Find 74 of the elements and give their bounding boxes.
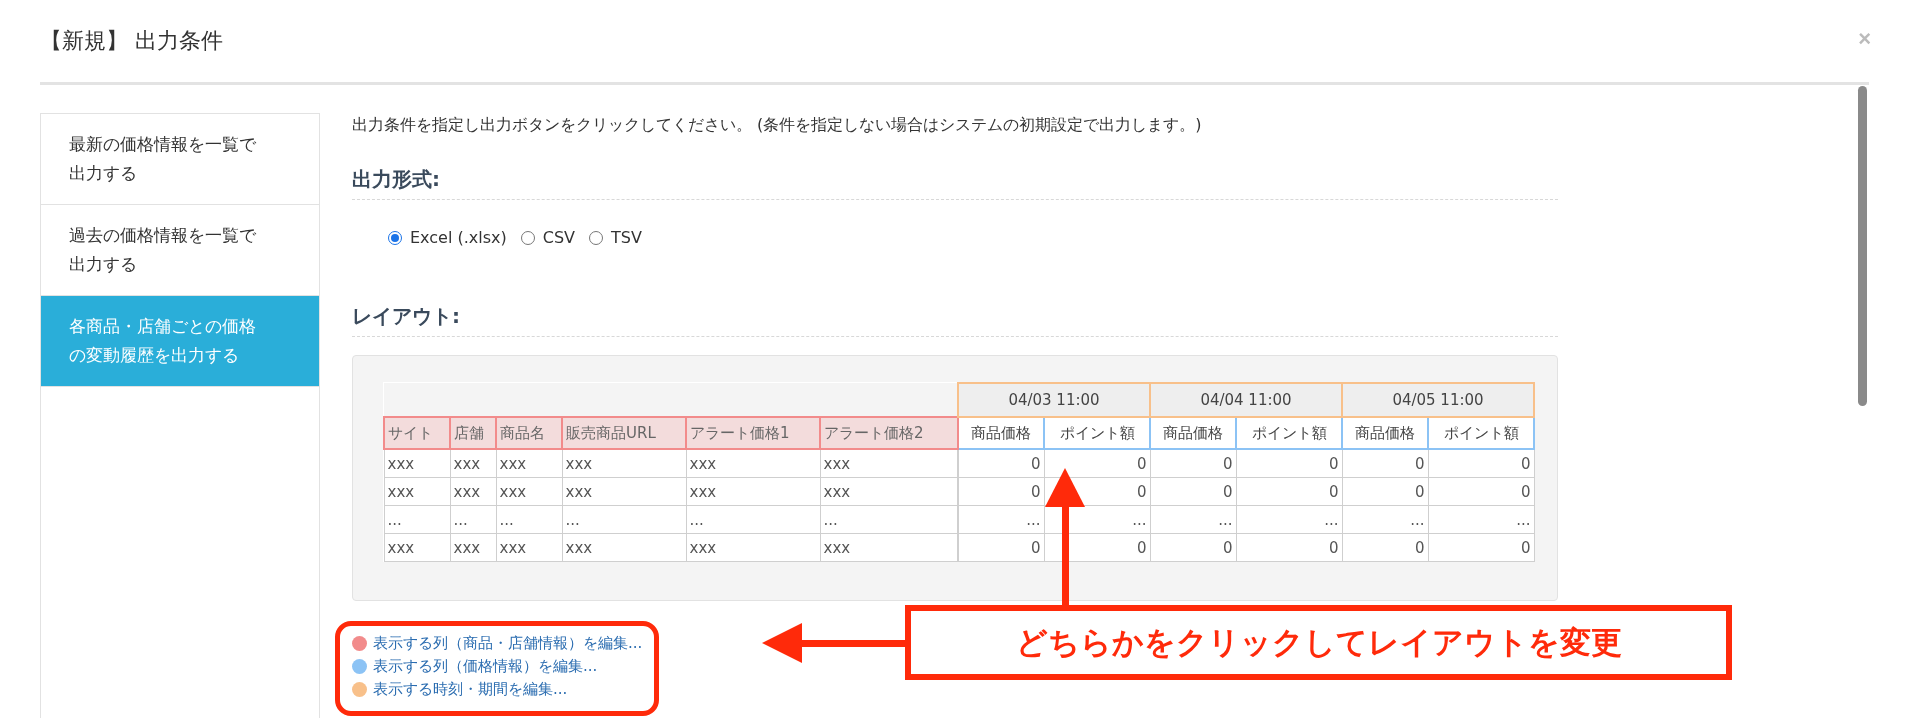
section-heading: 出力形式: [352,166,1558,200]
table-cell: 0 [1236,449,1342,478]
table-cell: 0 [1342,477,1428,506]
table-cell: 0 [1342,533,1428,562]
radio-button[interactable] [388,230,402,245]
radio-label: TSV [611,228,642,247]
table-cell: 0 [1428,533,1534,562]
table-cell: ... [1150,505,1236,534]
table-cell: xxx [450,449,496,478]
column-header: 店舗 [450,417,496,449]
column-header: 商品価格 [958,417,1044,449]
table-cell: 0 [958,477,1044,506]
dialog-title: 【新規】 出力条件 [40,27,223,55]
column-header: 商品価格 [1150,417,1236,449]
table-cell: xxx [384,449,450,478]
date-header: 04/05 11:00 [1342,383,1534,417]
table-cell: ... [1342,505,1428,534]
column-header: サイト [384,417,450,449]
date-header: 04/04 11:00 [1150,383,1342,417]
table-cell: ... [562,505,686,534]
column-header: アラート価格2 [820,417,958,449]
table-cell: 0 [1150,533,1236,562]
table-cell: ... [1236,505,1342,534]
column-header: 商品名 [496,417,562,449]
table-cell: 0 [958,533,1044,562]
section-heading: レイアウト: [352,303,1558,337]
callout-text: どちらかをクリックしてレイアウトを変更 [1015,622,1622,662]
edit-link[interactable]: 表示する列（商品・店舗情報）を編集... [373,634,643,653]
table-cell: 0 [1150,449,1236,478]
table-cell: xxx [820,477,958,506]
scrollbar[interactable] [1858,86,1867,406]
table-cell: 0 [1150,477,1236,506]
radio-button[interactable] [589,230,604,245]
table-cell: xxx [496,449,562,478]
table-cell: xxx [496,533,562,562]
table-cell: 0 [958,449,1044,478]
table-cell: ... [1428,505,1534,534]
table-cell: xxx [562,449,686,478]
table-cell: xxx [384,477,450,506]
table-cell: xxx [450,477,496,506]
table-cell: ... [686,505,820,534]
table-cell: ... [496,505,562,534]
table-cell: xxx [820,449,958,478]
table-cell: 0 [1342,449,1428,478]
column-header: ポイント額 [1044,417,1150,449]
date-header: 04/03 11:00 [958,383,1150,417]
table-cell: ... [384,505,450,534]
table-cell: xxx [562,477,686,506]
table-cell: xxx [384,533,450,562]
table-cell: xxx [496,477,562,506]
edit-link[interactable]: 表示する時刻・期間を編集... [373,680,568,699]
edit-link[interactable]: 表示する列（価格情報）を編集... [373,657,598,676]
table-cell: xxx [686,533,820,562]
column-header: アラート価格1 [686,417,820,449]
instruction-text: 出力条件を指定し出力ボタンをクリックしてください。 (条件を指定しない場合はシステムの初期設定で出力します。) [352,115,1203,136]
table-cell: xxx [562,533,686,562]
table-cell: 0 [1428,449,1534,478]
column-header: ポイント額 [1236,417,1342,449]
table-cell: xxx [450,533,496,562]
radio-button[interactable] [520,230,535,245]
table-cell: 0 [1236,477,1342,506]
column-header: ポイント額 [1428,417,1534,449]
column-header: 商品価格 [1342,417,1428,449]
column-header: 販売商品URL [562,417,686,449]
table-cell: xxx [686,477,820,506]
table-cell: 0 [1236,533,1342,562]
table-cell: ... [820,505,958,534]
table-cell: 0 [1428,477,1534,506]
table-cell: xxx [686,449,820,478]
table-cell: xxx [820,533,958,562]
radio-label: Excel (.xlsx) [410,228,507,247]
table-cell: ... [958,505,1044,534]
radio-label: CSV [542,228,576,247]
table-cell: ... [450,505,496,534]
